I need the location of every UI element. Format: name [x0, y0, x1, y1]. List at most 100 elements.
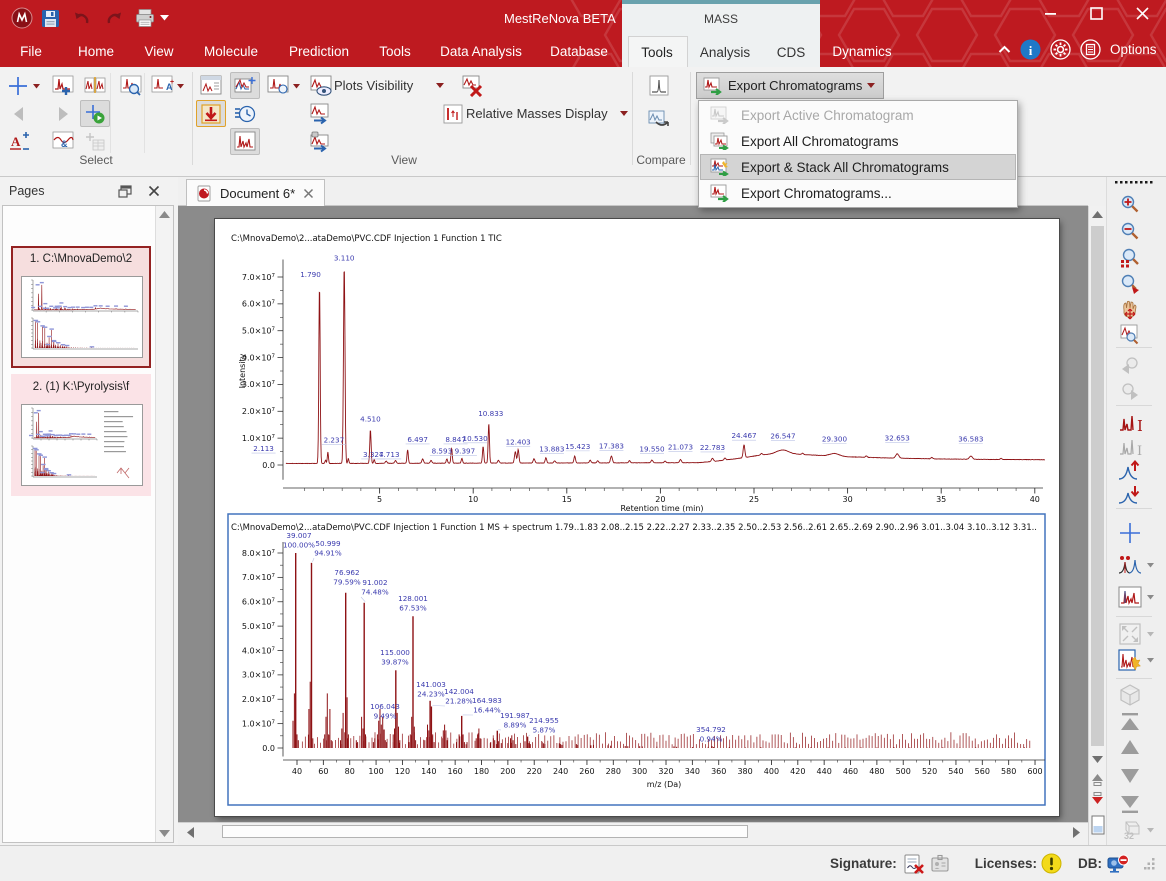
ms-analysis-caret-icon[interactable]: [1147, 648, 1157, 672]
zoom-out-icon[interactable]: [1117, 219, 1143, 243]
crosshair-tool-icon[interactable]: [1117, 521, 1143, 545]
zoom-plot-button[interactable]: [116, 72, 146, 99]
next-page-icon[interactable]: [1117, 765, 1143, 789]
selection-table-button[interactable]: [80, 128, 110, 155]
last-page-icon[interactable]: [1117, 792, 1143, 816]
minimize-button[interactable]: [1039, 2, 1063, 24]
gear-icon[interactable]: [1050, 39, 1071, 60]
cube-3d-icon[interactable]: [1117, 683, 1143, 707]
fit-selection-caret-icon[interactable]: [1147, 622, 1157, 646]
plots-visibility-caret-icon[interactable]: [436, 83, 445, 89]
document-canvas[interactable]: C:\MnovaDemo\2...ataDemo\PVC.CDF Injecti…: [178, 206, 1088, 822]
spectrum-view-caret-icon[interactable]: [1147, 585, 1157, 609]
signature-invalid-icon[interactable]: [903, 853, 925, 875]
menu-molecule[interactable]: Molecule: [204, 39, 258, 67]
decrease-intensity-icon[interactable]: [1117, 483, 1143, 507]
spectrum-view-icon[interactable]: [1117, 585, 1143, 609]
menu-prediction[interactable]: Prediction: [289, 39, 349, 67]
page-layout-icon[interactable]: [1089, 812, 1106, 838]
previous-page-icon[interactable]: [1117, 736, 1143, 760]
plots-visibility-label[interactable]: Plots Visibility: [334, 78, 413, 93]
document-tab[interactable]: Document 6*: [186, 179, 325, 206]
menu-home[interactable]: Home: [78, 39, 114, 67]
print-icon[interactable]: [133, 6, 157, 30]
options-menu[interactable]: Options: [1110, 42, 1157, 57]
signature-id-icon[interactable]: [929, 853, 951, 875]
menu-item-export-all-chromatograms[interactable]: Export All Chromatograms: [700, 128, 1016, 154]
cube-32-caret-icon[interactable]: [1147, 818, 1157, 842]
show-spectrum-button[interactable]: [230, 128, 260, 155]
menu-tools[interactable]: Tools: [379, 39, 411, 67]
page-thumbnail-2[interactable]: 2. (1) K:\Pyrolysis\f: [11, 374, 151, 496]
license-warning-icon[interactable]: [1041, 853, 1062, 874]
chromatogram-and-spectrum-charts[interactable]: C:\MnovaDemo\2...ataDemo\PVC.CDF Injecti…: [215, 219, 1059, 816]
document-tab-close-icon[interactable]: [303, 188, 314, 199]
preview-zoom-icon[interactable]: [1117, 322, 1143, 346]
peak-picking-caret-icon[interactable]: [1147, 553, 1157, 577]
next-item-button[interactable]: [48, 100, 78, 127]
maximize-button[interactable]: [1084, 2, 1108, 24]
print-dropdown-caret-icon[interactable]: [158, 6, 172, 30]
scroll-left-icon[interactable]: [181, 824, 198, 840]
split-plots-button[interactable]: [80, 72, 110, 99]
menu-database[interactable]: Database: [550, 39, 608, 67]
peak-picking-icon[interactable]: [1117, 553, 1143, 577]
tab-tools[interactable]: Tools: [641, 38, 673, 67]
tab-cds[interactable]: CDS: [777, 38, 806, 67]
threshold-select-button[interactable]: &: [48, 128, 78, 155]
cube-32-icon[interactable]: 32: [1117, 818, 1143, 842]
menu-file[interactable]: File: [20, 39, 42, 67]
menu-item-export-active-chromatogram[interactable]: Export Active Chromatogram: [700, 102, 1016, 128]
crosshair-select-button[interactable]: [4, 72, 44, 99]
vertical-scrollbar[interactable]: [1088, 206, 1106, 845]
horizontal-scrollbar[interactable]: [178, 822, 1088, 840]
vertical-scroll-thumb[interactable]: [1091, 226, 1104, 746]
hide-all-plots-button[interactable]: [458, 72, 488, 99]
db-connection-icon[interactable]: [1106, 853, 1130, 875]
resize-grip-icon[interactable]: [1144, 858, 1156, 870]
close-panel-icon[interactable]: [148, 185, 160, 197]
redo-icon[interactable]: [102, 6, 126, 30]
export-chromatograms-button[interactable]: Export Chromatograms: [696, 72, 884, 99]
import-data-button[interactable]: [196, 100, 226, 127]
relative-masses-label[interactable]: Relative Masses Display: [466, 106, 608, 121]
scroll-up-icon[interactable]: [1089, 207, 1106, 223]
info-icon[interactable]: i: [1020, 39, 1041, 60]
mass-calibrate-button[interactable]: A: [4, 128, 34, 155]
pages-scroll-down-icon[interactable]: [156, 825, 173, 841]
zoom-in-icon[interactable]: [1117, 192, 1143, 216]
pages-scrollbar[interactable]: [155, 206, 173, 842]
save-icon[interactable]: [38, 6, 62, 30]
previous-item-button[interactable]: [4, 100, 34, 127]
close-button[interactable]: [1130, 2, 1154, 24]
help-book-icon[interactable]: [1080, 39, 1101, 60]
collapse-ribbon-icon[interactable]: [998, 45, 1011, 54]
superimpose-plots-button[interactable]: [230, 72, 260, 99]
parameters-window-button[interactable]: [196, 72, 226, 99]
fit-selection-icon[interactable]: [1117, 622, 1143, 646]
float-panel-icon[interactable]: [118, 185, 132, 198]
menu-data-analysis[interactable]: Data Analysis: [440, 39, 522, 67]
plots-visibility-icon[interactable]: [306, 72, 336, 99]
zoom-selection-icon[interactable]: [1117, 272, 1143, 296]
relative-masses-caret-icon[interactable]: [620, 111, 629, 117]
export-view-icon[interactable]: [306, 100, 336, 127]
scroll-right-icon[interactable]: [1068, 824, 1085, 840]
acquisition-time-button[interactable]: [230, 100, 260, 127]
first-page-icon[interactable]: [1117, 710, 1143, 734]
scroll-down-icon[interactable]: [1089, 751, 1106, 767]
next-page-scroll-icon[interactable]: [1089, 790, 1106, 806]
undo-icon[interactable]: [70, 6, 94, 30]
page-thumbnail-1[interactable]: 1. C:\MnovaDemo\2: [11, 246, 151, 368]
add-annotation-button[interactable]: A+: [148, 72, 188, 99]
horizontal-scroll-thumb[interactable]: [222, 825, 748, 838]
add-trace-button[interactable]: [48, 72, 78, 99]
auto-select-button[interactable]: [80, 100, 110, 127]
menu-dynamics[interactable]: Dynamics: [832, 39, 891, 67]
previous-intensity-icon[interactable]: I: [1117, 435, 1143, 459]
menu-item-export-chromatograms-dialog[interactable]: Export Chromatograms...: [700, 180, 1016, 206]
full-intensity-icon[interactable]: I: [1117, 411, 1143, 435]
next-view-icon[interactable]: [1117, 380, 1143, 404]
previous-view-icon[interactable]: [1117, 354, 1143, 378]
tab-analysis[interactable]: Analysis: [700, 38, 750, 67]
